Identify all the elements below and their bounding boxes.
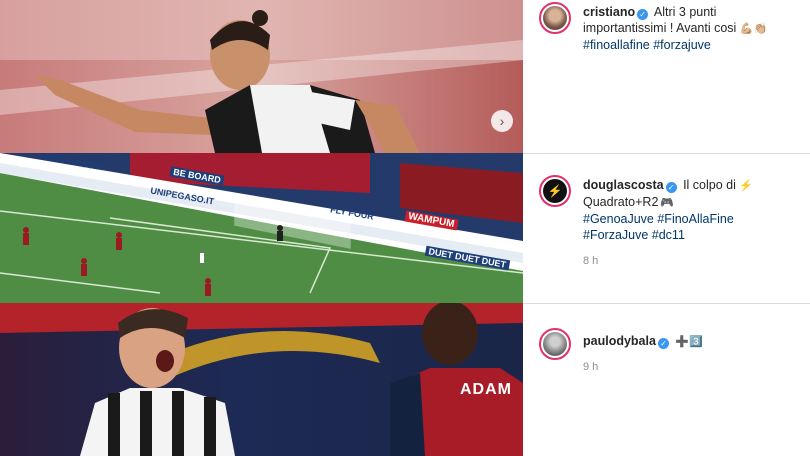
post-caption-douglascosta: ⚡ douglascosta ✓ Il colpo di ⚡ Quadrato+R… (530, 153, 810, 303)
avatar[interactable] (539, 2, 571, 34)
chevron-right-icon: › (499, 113, 505, 129)
verified-badge-icon: ✓ (665, 182, 677, 193)
avatar[interactable]: ⚡ (539, 175, 571, 207)
caption-text-2: Quadrato+R2 (583, 195, 659, 209)
verified-badge-icon: ✓ (637, 9, 649, 20)
carousel-next-button[interactable]: › (491, 110, 513, 132)
post-caption-cristiano: cristiano ✓ Altri 3 punti importantissimi… (530, 0, 810, 153)
verified-badge-icon: ✓ (657, 338, 669, 349)
post-image-douglascosta[interactable]: UNIPEGASO.IT BE BOARD UNIPEGASO.IT FLY F… (0, 153, 523, 303)
username[interactable]: cristiano (583, 5, 635, 19)
post-caption-paulodybala: paulodybala ✓ ➕3️⃣ 9 h (530, 303, 810, 456)
post-row-cristiano: › cristiano ✓ Altri 3 punti importantissi… (0, 0, 810, 153)
jersey-name: ADAM (460, 381, 512, 398)
username[interactable]: paulodybala (583, 334, 656, 348)
post-time[interactable]: 8 h (583, 255, 598, 267)
hashtags[interactable]: #GenoaJuve #FinoAllaFine #ForzaJuve #dc1… (583, 212, 734, 242)
gamepad-emoji: 🎮 (660, 197, 675, 209)
post-row-douglascosta: UNIPEGASO.IT BE BOARD UNIPEGASO.IT FLY F… (0, 153, 810, 303)
caption-emoji: 💪🏼👏🏼 (739, 23, 768, 35)
lightning-emoji: ⚡ (739, 180, 754, 192)
avatar[interactable] (539, 328, 571, 360)
post-time[interactable]: 9 h (583, 361, 598, 373)
caption-text: Il colpo di (683, 178, 736, 192)
hashtags[interactable]: #finoallafine #forzajuve (583, 38, 711, 52)
username[interactable]: douglascosta (583, 178, 664, 192)
post-image-cristiano[interactable]: › (0, 0, 523, 153)
post-image-paulodybala[interactable]: ADAM (0, 303, 523, 456)
post-row-paulodybala: ADAM paulodybala ✓ ➕3️⃣ 9 h (0, 303, 810, 456)
caption-emoji: ➕3️⃣ (675, 336, 703, 348)
